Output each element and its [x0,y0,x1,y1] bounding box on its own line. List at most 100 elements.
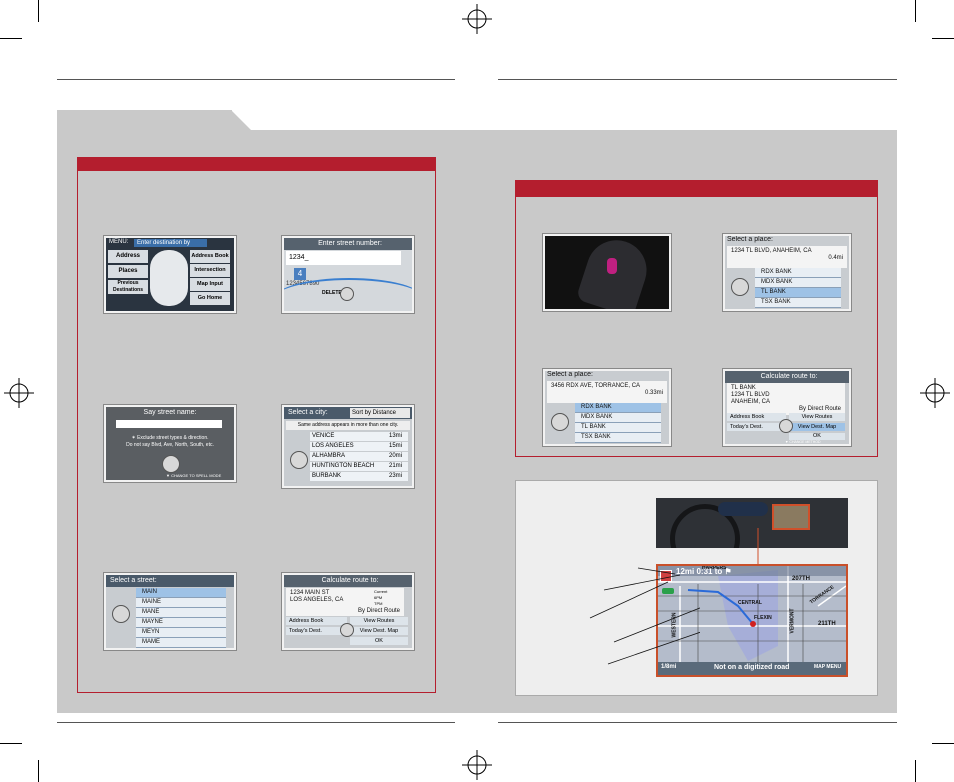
todays-dest-button[interactable]: Today's Dest. [727,423,786,431]
place-row[interactable]: MDX BANK [575,413,661,423]
place-row[interactable]: RDX BANK [575,403,661,413]
header-rule-right [498,79,897,80]
selector-knob[interactable] [551,413,569,431]
menu-item-address[interactable]: Address [108,250,148,263]
select-street-title: Select a street: [106,575,234,587]
say-street-screen: Say street name: ✶ Exclude street types … [104,405,236,482]
view-routes-button[interactable]: View Routes [789,413,845,421]
street-row[interactable]: MAINE [136,598,226,608]
registration-mark-right [920,378,950,408]
street-row[interactable]: MAYNE [136,618,226,628]
address-book-button[interactable]: Address Book [727,413,786,421]
crop-mark [932,38,954,39]
calc-route-title-1: Calculate route to: [284,575,412,587]
map-menu-button[interactable]: MAP MENU [814,664,841,670]
street-label: HARPERS [702,565,727,571]
view-dest-map-button[interactable]: View Dest. Map [350,627,408,635]
menu-header: MENU: [109,239,129,245]
street-number-delete[interactable]: DELETE [322,290,342,296]
calc-route-option-list: Current 6PM TPM [374,589,387,607]
crop-mark [0,38,22,39]
select-place-screen-2: Select a place: 3456 RDX AVE, TORRANCE, … [543,369,671,446]
select-street-screen: Select a street: MAIN MAINE MANE MAYNE M… [104,573,236,650]
selector-knob[interactable] [340,623,354,637]
menu-item-map-input[interactable]: Map Input [190,278,230,291]
ok-button[interactable]: OK [789,433,845,440]
street-number-screen: Enter street number: 1234_ 4 1234567890 … [282,236,414,313]
calc-route-screen-2: Calculate route to: TL BANK 1234 TL BLVD… [723,369,851,446]
menu-item-address-book[interactable]: Address Book [190,250,230,263]
menu-item-go-home[interactable]: Go Home [190,292,230,305]
city-row[interactable]: VENICE 13mi [310,432,408,441]
street-row[interactable]: MEYN [136,628,226,638]
address-book-button[interactable]: Address Book [286,617,347,625]
city-row[interactable]: HUNTINGTON BEACH 21mi [310,462,408,471]
place-row[interactable]: TSX BANK [575,433,661,443]
selector-knob[interactable] [731,278,749,296]
menu-tab: Enter destination by [134,239,207,247]
calc-route-title-2: Calculate route to: [725,371,849,383]
city-list: VENICE 13mi LOS ANGELES 15mi ALHAMBRA 20mi … [310,432,408,481]
gauge-cluster [718,502,768,516]
place-row[interactable]: TSX BANK [755,298,841,308]
select-place-address-1: 1234 TL BLVD, ANAHEIM, CA 0.4mi [727,246,847,268]
select-city-sort[interactable]: Sort by Distance [350,408,410,418]
street-label: 207TH [792,576,811,582]
ok-button[interactable]: OK [350,637,408,645]
menu-item-intersection[interactable]: Intersection [190,264,230,277]
place-row[interactable]: TL BANK [755,288,841,298]
select-place-screen-1: Select a place: 1234 TL BLVD, ANAHEIM, C… [723,234,851,311]
place-row[interactable]: MDX BANK [755,278,841,288]
registration-mark-left [4,378,34,408]
menu-left-column: Address Places Previous Destinations [108,250,148,294]
street-label: CENTRAL [738,600,762,606]
place-row[interactable]: TL BANK [575,423,661,433]
select-place-address-2: 3456 RDX AVE, TORRANCE, CA 0.33mi [547,381,667,403]
select-city-screen: Select a city: Sort by Distance Same add… [282,405,414,488]
left-section-header [78,158,435,171]
crop-mark [38,760,39,782]
callout-lines [589,567,700,665]
crop-mark [38,0,39,22]
crop-mark [932,743,954,744]
city-row[interactable]: BURBANK 23mi [310,472,408,481]
place-row[interactable]: RDX BANK [755,268,841,278]
city-row[interactable]: LOS ANGELES 15mi [310,442,408,451]
selector-knob[interactable] [112,605,130,623]
registration-mark-top [462,4,492,34]
selector-knob[interactable] [779,419,793,433]
registration-mark-bottom [462,750,492,780]
view-routes-button[interactable]: View Routes [350,617,408,625]
menu-item-places[interactable]: Places [108,265,148,278]
crop-mark [915,0,916,22]
street-number-field[interactable]: 1234_ [286,251,401,265]
view-dest-map-button[interactable]: View Dest. Map [789,423,845,431]
street-row[interactable]: MANE [136,608,226,618]
menu-right-column: Address Book Intersection Map Input Go H… [190,250,230,305]
map-status: Not on a digitized road [714,664,790,671]
menu-center-dial [150,250,188,306]
selector-knob[interactable] [290,451,308,469]
todays-dest-button[interactable]: Today's Dest. [286,627,347,635]
select-place-title-1: Select a place: [727,236,773,243]
option-tpm[interactable]: TPM [374,601,387,607]
street-row[interactable]: MAIN [136,588,226,598]
menu-item-previous[interactable]: Previous Destinations [108,280,148,294]
section-tab [57,110,232,132]
selector-knob[interactable] [340,287,354,301]
right-section-header [516,181,877,197]
selector-knob[interactable] [162,455,180,473]
say-street-title: Say street name: [143,409,197,416]
calc-route-address-2: TL BANK 1234 TL BLVD ANAHEIM, CA By Dire… [727,383,845,415]
footer-rule-left [57,722,455,723]
section-tab-slope [231,110,253,132]
header-rule-left [57,79,455,80]
say-street-field[interactable] [116,420,222,428]
street-row[interactable]: MAME [136,638,226,648]
city-row[interactable]: ALHAMBRA 20mi [310,452,408,461]
say-street-hint2: Do not say Blvd, Ave, North, South, etc. [126,442,214,448]
nav-display-highlight [772,504,810,530]
change-method-hint: ▼ CHANGE METHOD [785,440,821,444]
street-label: VERMONT [789,608,796,634]
talk-button[interactable] [607,258,617,274]
